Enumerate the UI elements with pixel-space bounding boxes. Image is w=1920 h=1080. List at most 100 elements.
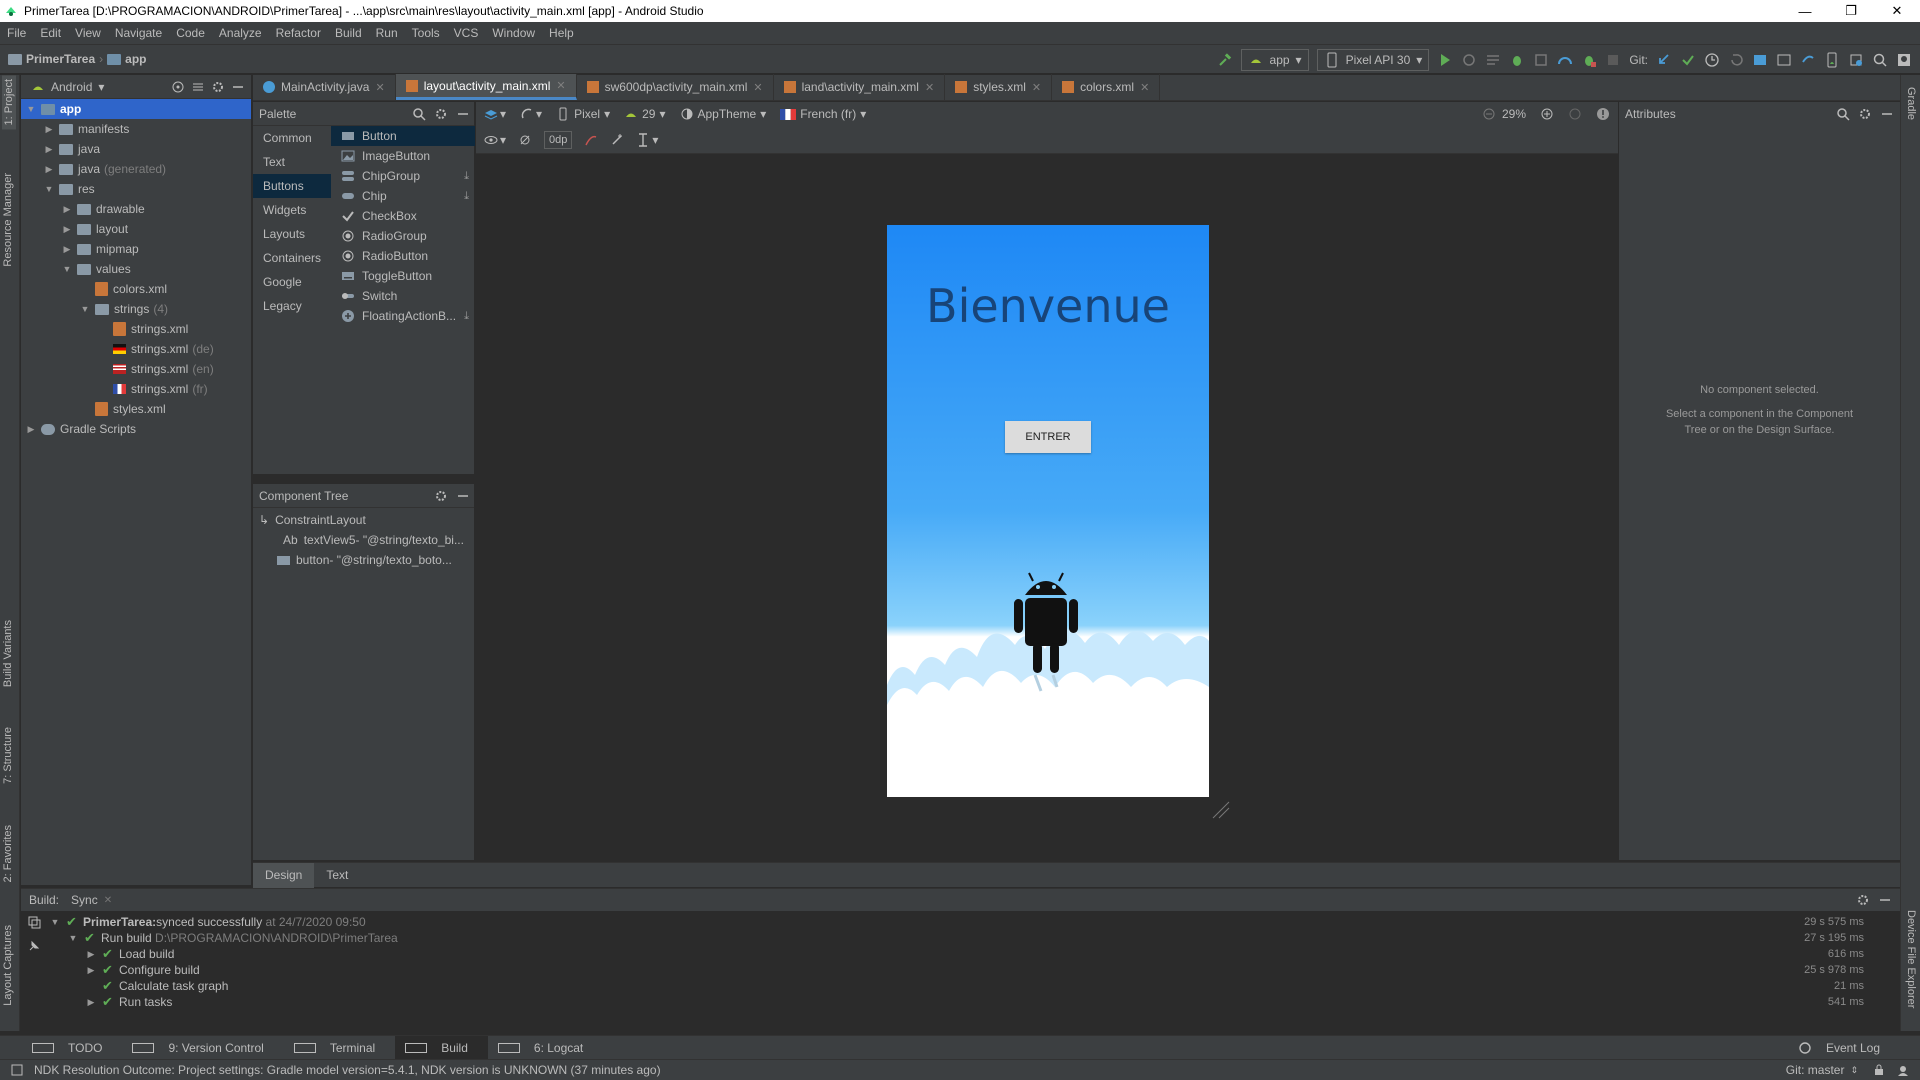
tab-project[interactable]: 1: Project — [2, 75, 16, 130]
account-icon[interactable] — [1896, 52, 1912, 68]
collapse-all-icon[interactable] — [191, 80, 205, 94]
tab-resource-manager[interactable]: Resource Manager — [2, 173, 14, 267]
chevron-down-icon[interactable]: ▾ — [652, 133, 658, 147]
eye-icon[interactable] — [484, 133, 498, 147]
welcome-text[interactable]: Bienvenue — [887, 279, 1209, 333]
gear-icon[interactable] — [1856, 893, 1870, 907]
tool-tab-version-control[interactable]: 9: Version Control — [122, 1036, 283, 1060]
chevron-updown-icon[interactable]: ⇕ — [1850, 1065, 1858, 1076]
git-update-icon[interactable] — [1656, 52, 1672, 68]
tree-item[interactable]: ▶ drawable — [21, 199, 251, 219]
minimize-button[interactable]: — — [1782, 0, 1828, 22]
zoom-in-icon[interactable] — [1540, 107, 1554, 121]
status-message[interactable]: NDK Resolution Outcome: Project settings… — [34, 1063, 661, 1077]
palette-item[interactable]: ToggleButton — [331, 266, 475, 286]
api-dropdown[interactable]: 29 ▾ — [624, 107, 666, 121]
menu-run[interactable]: Run — [369, 26, 405, 40]
palette-item[interactable]: RadioButton — [331, 246, 475, 266]
tree-item[interactable]: strings.xml (en) — [21, 359, 251, 379]
close-window-button[interactable]: ✕ — [1874, 0, 1920, 22]
minimize-icon[interactable] — [456, 107, 470, 121]
inspector-icon[interactable] — [1896, 1063, 1910, 1077]
tool-tab-terminal[interactable]: Terminal — [284, 1036, 395, 1060]
debug-icon[interactable] — [1509, 52, 1525, 68]
palette-category[interactable]: Widgets — [253, 198, 331, 222]
run-config-select[interactable]: app ▾ — [1240, 49, 1309, 71]
palette-item[interactable]: Switch — [331, 286, 475, 306]
tree-item[interactable]: ▼ app — [21, 99, 251, 119]
build-row[interactable]: ▶ ✔ Load build 616 ms — [49, 946, 1900, 962]
gear-icon[interactable] — [434, 489, 448, 503]
editor-tab[interactable]: layout\activity_main.xml ✕ — [395, 74, 577, 100]
expand-right-icon[interactable]: ▶ — [43, 144, 55, 155]
tree-item[interactable]: ▼ values — [21, 259, 251, 279]
expand-right-icon[interactable]: ▶ — [43, 124, 55, 135]
breadcrumb-project[interactable]: PrimerTarea — [26, 52, 95, 66]
tool-tab-todo[interactable]: TODO — [22, 1036, 122, 1060]
menu-file[interactable]: File — [0, 26, 33, 40]
palette-category[interactable]: Legacy — [253, 294, 331, 318]
rerun-icon[interactable] — [1461, 52, 1477, 68]
download-icon[interactable]: ⤓ — [464, 170, 469, 183]
expand-down-icon[interactable]: ▼ — [49, 917, 61, 927]
palette-category[interactable]: Buttons — [253, 174, 331, 198]
search-icon[interactable] — [1836, 107, 1850, 121]
tree-item[interactable]: ▼ res — [21, 179, 251, 199]
palette-item[interactable]: ImageButton — [331, 146, 475, 166]
close-icon[interactable]: ✕ — [753, 81, 762, 94]
expand-down-icon[interactable]: ▼ — [25, 104, 37, 114]
avd-manager-icon[interactable] — [1824, 52, 1840, 68]
breadcrumb-module[interactable]: app — [125, 52, 146, 66]
palette-category[interactable]: Google — [253, 270, 331, 294]
tab-text[interactable]: Text — [314, 863, 360, 888]
tree-item[interactable]: ▶ java (generated) — [21, 159, 251, 179]
device-dropdown[interactable]: Pixel ▾ — [556, 107, 610, 121]
close-icon[interactable]: ✕ — [104, 895, 112, 906]
default-margin-box[interactable]: 0dp — [544, 130, 573, 149]
palette-item[interactable]: RadioGroup — [331, 226, 475, 246]
tab-device-file-explorer[interactable]: Device File Explorer — [1905, 910, 1917, 1008]
chevron-down-icon[interactable]: ▾ — [98, 80, 104, 94]
palette-item[interactable]: CheckBox — [331, 206, 475, 226]
tree-item[interactable]: ▶ mipmap — [21, 239, 251, 259]
rollback-icon[interactable] — [1728, 52, 1744, 68]
menu-window[interactable]: Window — [485, 26, 542, 40]
enter-button[interactable]: ENTRER — [1005, 421, 1091, 453]
minimize-icon[interactable] — [1880, 107, 1894, 121]
close-icon[interactable]: ✕ — [925, 81, 934, 94]
menu-navigate[interactable]: Navigate — [108, 26, 169, 40]
tree-item[interactable]: ▶ layout — [21, 219, 251, 239]
git-commit-icon[interactable] — [1680, 52, 1696, 68]
locate-icon[interactable] — [171, 80, 185, 94]
tool-tab-logcat[interactable]: 6: Logcat — [488, 1036, 603, 1060]
tab-layout-captures[interactable]: Layout Captures — [2, 925, 14, 1006]
minimize-icon[interactable] — [456, 489, 470, 503]
stop-icon[interactable] — [1605, 52, 1621, 68]
tab-structure[interactable]: 7: Structure — [2, 727, 14, 784]
tab-design[interactable]: Design — [253, 862, 315, 888]
menu-build[interactable]: Build — [328, 26, 369, 40]
menu-help[interactable]: Help — [542, 26, 581, 40]
tree-item[interactable]: styles.xml — [21, 399, 251, 419]
editor-tab[interactable]: styles.xml ✕ — [945, 74, 1053, 100]
lock-icon[interactable] — [1872, 1063, 1886, 1077]
editor-tab[interactable]: land\activity_main.xml ✕ — [774, 74, 946, 100]
hammer-icon[interactable] — [1217, 52, 1233, 68]
palette-category[interactable]: Layouts — [253, 222, 331, 246]
history-icon[interactable] — [1704, 52, 1720, 68]
gear-icon[interactable] — [1858, 107, 1872, 121]
resize-handle-icon[interactable] — [1211, 800, 1231, 820]
layers-icon[interactable] — [484, 107, 498, 121]
project-structure-icon[interactable] — [1752, 52, 1768, 68]
expand-down-icon[interactable]: ▼ — [79, 304, 91, 314]
coverage-icon[interactable] — [1533, 52, 1549, 68]
menu-code[interactable]: Code — [169, 26, 212, 40]
expand-down-icon[interactable]: ▼ — [67, 933, 79, 943]
tab-sync[interactable]: Sync ✕ — [71, 893, 112, 907]
minimize-icon[interactable] — [1878, 893, 1892, 907]
tree-item[interactable]: strings.xml (de) — [21, 339, 251, 359]
git-branch-widget[interactable]: Git: master — [1786, 1063, 1845, 1077]
menu-vcs[interactable]: VCS — [447, 26, 486, 40]
build-row[interactable]: ✔ Calculate task graph 21 ms — [49, 978, 1900, 994]
component-tree-item[interactable]: ↳ ConstraintLayout — [253, 510, 474, 530]
